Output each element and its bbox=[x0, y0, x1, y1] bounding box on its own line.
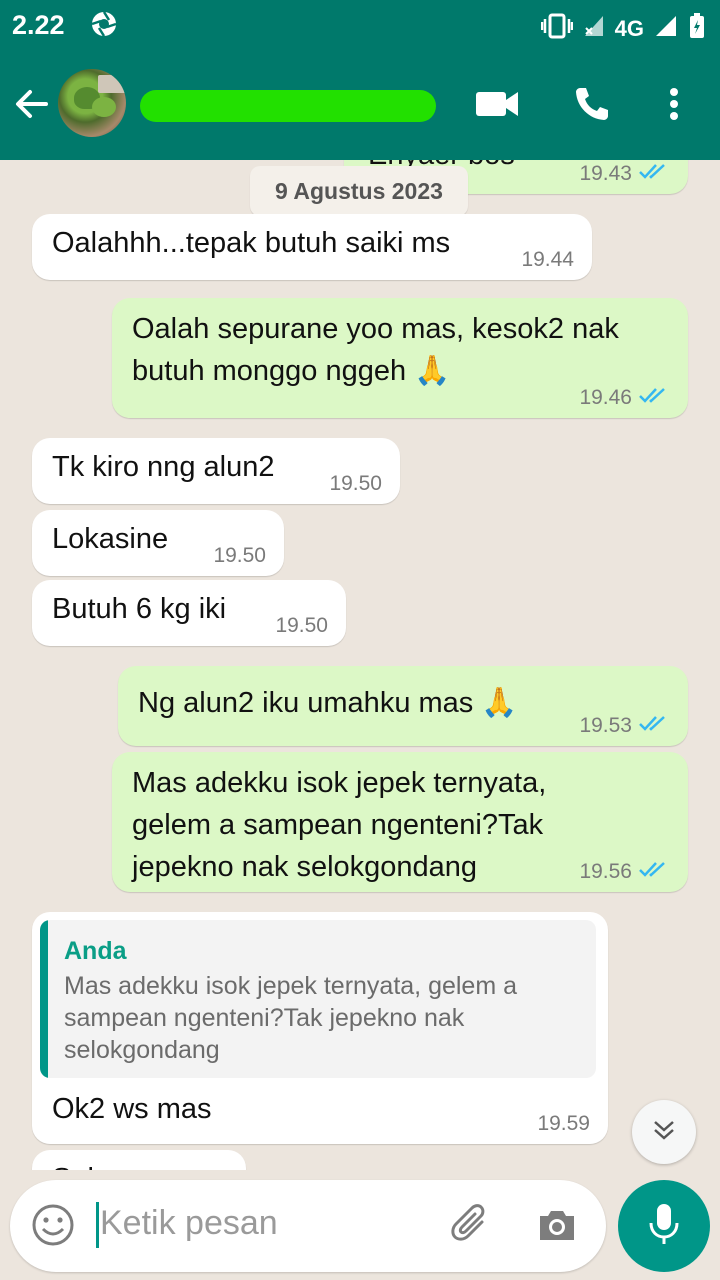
status-bar: 2.22 4G bbox=[0, 0, 720, 52]
message-composer: Ketik pesan bbox=[10, 1180, 606, 1272]
scroll-to-bottom-button[interactable] bbox=[632, 1100, 696, 1164]
message-text: Oalahhh...tepak butuh saiki ms bbox=[52, 227, 451, 259]
double-check-icon bbox=[638, 860, 670, 884]
camera-icon[interactable] bbox=[534, 1202, 580, 1253]
double-check-icon bbox=[638, 162, 670, 186]
message-time: 19.46 bbox=[579, 386, 632, 409]
message-bubble-outgoing[interactable]: Mas adekku isok jepek ternyata, gelem a … bbox=[112, 752, 688, 892]
message-time: 19.43 bbox=[579, 162, 632, 185]
message-bubble-outgoing[interactable]: Oalah sepurane yoo mas, kesok2 nak butuh… bbox=[112, 298, 688, 418]
message-time: 19.50 bbox=[275, 614, 328, 637]
message-input[interactable]: Ketik pesan bbox=[100, 1204, 278, 1243]
message-time: 19.44 bbox=[521, 248, 574, 271]
attach-paperclip-icon[interactable] bbox=[448, 1202, 494, 1253]
message-time: 19.50 bbox=[213, 544, 266, 567]
message-text: Oalah sepurane yoo mas, kesok2 nak butuh… bbox=[132, 313, 619, 387]
vibrate-icon bbox=[540, 13, 573, 44]
camera-aperture-icon bbox=[90, 10, 118, 43]
more-vert-icon[interactable] bbox=[664, 84, 684, 129]
message-time: 19.56 bbox=[579, 860, 632, 883]
message-text: Sak... bbox=[52, 1158, 126, 1170]
message-time: 19.50 bbox=[329, 472, 382, 495]
quote-text: Mas adekku isok jepek ternyata, gelem a … bbox=[64, 972, 518, 1064]
microphone-icon bbox=[644, 1201, 684, 1252]
chevron-double-down-icon bbox=[650, 1116, 678, 1149]
chat-area[interactable]: Enyaer bos 19.43 9 Agustus 2023 Oalahhh.… bbox=[0, 160, 720, 1170]
quoted-message[interactable]: Anda Mas adekku isok jepek ternyata, gel… bbox=[40, 920, 596, 1078]
message-bubble-incoming[interactable]: Sak... bbox=[32, 1150, 246, 1170]
signal-icon bbox=[654, 14, 678, 43]
double-check-icon bbox=[638, 386, 670, 410]
date-chip: 9 Agustus 2023 bbox=[250, 166, 468, 216]
text-caret bbox=[96, 1202, 99, 1248]
message-text: Lokasine bbox=[52, 523, 169, 555]
message-bubble-incoming-reply[interactable]: Anda Mas adekku isok jepek ternyata, gel… bbox=[32, 912, 608, 1144]
message-text: Mas adekku isok jepek ternyata, gelem a … bbox=[132, 767, 547, 883]
quote-author: Anda bbox=[64, 937, 127, 965]
contact-name-redaction[interactable] bbox=[140, 90, 436, 122]
message-bubble-incoming[interactable]: Lokasine 19.50 bbox=[32, 510, 284, 576]
emoji-icon[interactable] bbox=[30, 1202, 76, 1253]
status-time: 2.22 bbox=[12, 10, 65, 40]
double-check-icon bbox=[638, 714, 670, 738]
message-text: Ng alun2 iku umahku mas 🙏 bbox=[138, 687, 518, 719]
video-call-icon[interactable] bbox=[474, 84, 520, 129]
contact-avatar[interactable] bbox=[58, 69, 126, 137]
network-type: 4G bbox=[614, 15, 644, 41]
message-text: Butuh 6 kg iki bbox=[52, 593, 227, 625]
battery-icon bbox=[688, 12, 706, 45]
message-bubble-incoming[interactable]: Tk kiro nng alun2 19.50 bbox=[32, 438, 400, 504]
message-bubble-incoming[interactable]: Butuh 6 kg iki 19.50 bbox=[32, 580, 346, 646]
voice-call-icon[interactable] bbox=[572, 84, 612, 129]
voice-record-button[interactable] bbox=[618, 1180, 710, 1272]
message-text: Tk kiro nng alun2 bbox=[52, 451, 275, 483]
back-arrow-icon[interactable] bbox=[14, 86, 50, 127]
message-text: Ok2 ws mas bbox=[52, 1093, 212, 1125]
message-bubble-outgoing[interactable]: Ng alun2 iku umahku mas 🙏 19.53 bbox=[118, 666, 688, 746]
message-time: 19.53 bbox=[579, 714, 632, 737]
message-time: 19.59 bbox=[537, 1112, 590, 1135]
signal-x-icon bbox=[583, 14, 605, 43]
chat-header bbox=[0, 52, 720, 160]
message-bubble-incoming[interactable]: Oalahhh...tepak butuh saiki ms 19.44 bbox=[32, 214, 592, 280]
